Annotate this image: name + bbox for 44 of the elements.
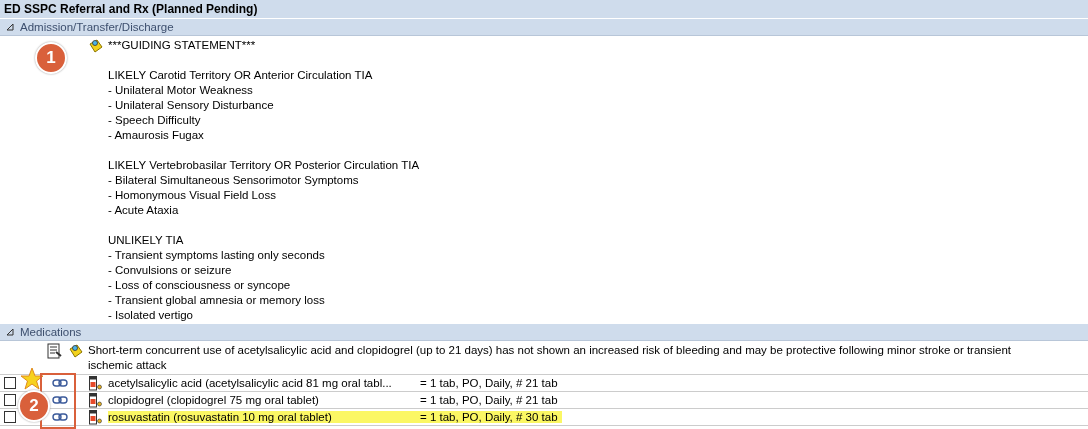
statement-line: - Unilateral Sensory Disturbance [108,98,275,113]
order-title: ED SSPC Referral and Rx (Planned Pending) [0,0,1088,19]
statement-line: - Convulsions or seizure [108,263,233,278]
star-icon [20,367,44,391]
link-icon[interactable] [52,396,68,404]
statement-line: - Bilateral Simultaneous Sensorimotor Symptoms [108,173,360,188]
statement-line: - Speech Difficulty [108,113,202,128]
callout-badge: 1 [35,42,67,74]
section-header[interactable]: Medications [0,324,1088,341]
statement-line: UNLIKELY TIA [108,233,185,248]
statement-line: - Amaurosis Fugax [108,128,205,143]
medication-details: = 1 tab, PO, Daily, # 30 tab [420,411,562,423]
checkbox[interactable] [4,411,16,423]
callout-badge: 2 [18,390,50,422]
statement-line: - Transient symptoms lasting only seconds [108,248,326,263]
statement-line: - Loss of consciousness or syncope [108,278,292,293]
checkbox[interactable] [4,377,16,389]
checkbox[interactable] [4,394,16,406]
pill-bottle-icon [88,392,102,408]
medication-details: = 1 tab, PO, Daily, # 21 tab [420,394,559,406]
statement-line: LIKELY Carotid Territory OR Anterior Circulation TIA [108,68,374,83]
medication-name[interactable]: acetylsalicylic acid (acetylsalicylic acid 81 mg oral tabl... [108,377,420,389]
medication-details: = 1 tab, PO, Daily, # 21 tab [420,377,559,389]
medication-name[interactable]: rosuvastatin (rosuvastatin 10 mg oral tablet) [108,411,420,423]
statement-line: - Isolated vertigo [108,308,194,323]
note-icon [68,343,84,359]
statement-line: - Transient global amnesia or memory loss [108,293,326,308]
pill-bottle-icon [88,409,102,425]
statement-line: - Homonymous Visual Field Loss [108,188,277,203]
note-icon [88,38,104,54]
statement-line: - Acute Ataxia [108,203,180,218]
statement-line: LIKELY Vertebrobasilar Territory OR Posterior Circulation TIA [108,158,420,173]
medication-name[interactable]: clopidogrel (clopidogrel 75 mg oral tablet) [108,394,420,406]
link-icon[interactable] [52,413,68,421]
section-label: Medications [20,325,82,340]
link-icon[interactable] [52,379,68,387]
pill-bottle-icon [88,375,102,391]
section-label: Admission/Transfer/Discharge [20,20,174,35]
statement-line: - Unilateral Motor Weakness [108,83,254,98]
document-icon [46,343,62,359]
collapse-toggle-icon[interactable] [6,328,14,336]
section-header[interactable]: Admission/Transfer/Discharge [0,19,1088,36]
collapse-toggle-icon[interactable] [6,23,14,31]
statement-line: ***GUIDING STATEMENT*** [108,38,257,53]
